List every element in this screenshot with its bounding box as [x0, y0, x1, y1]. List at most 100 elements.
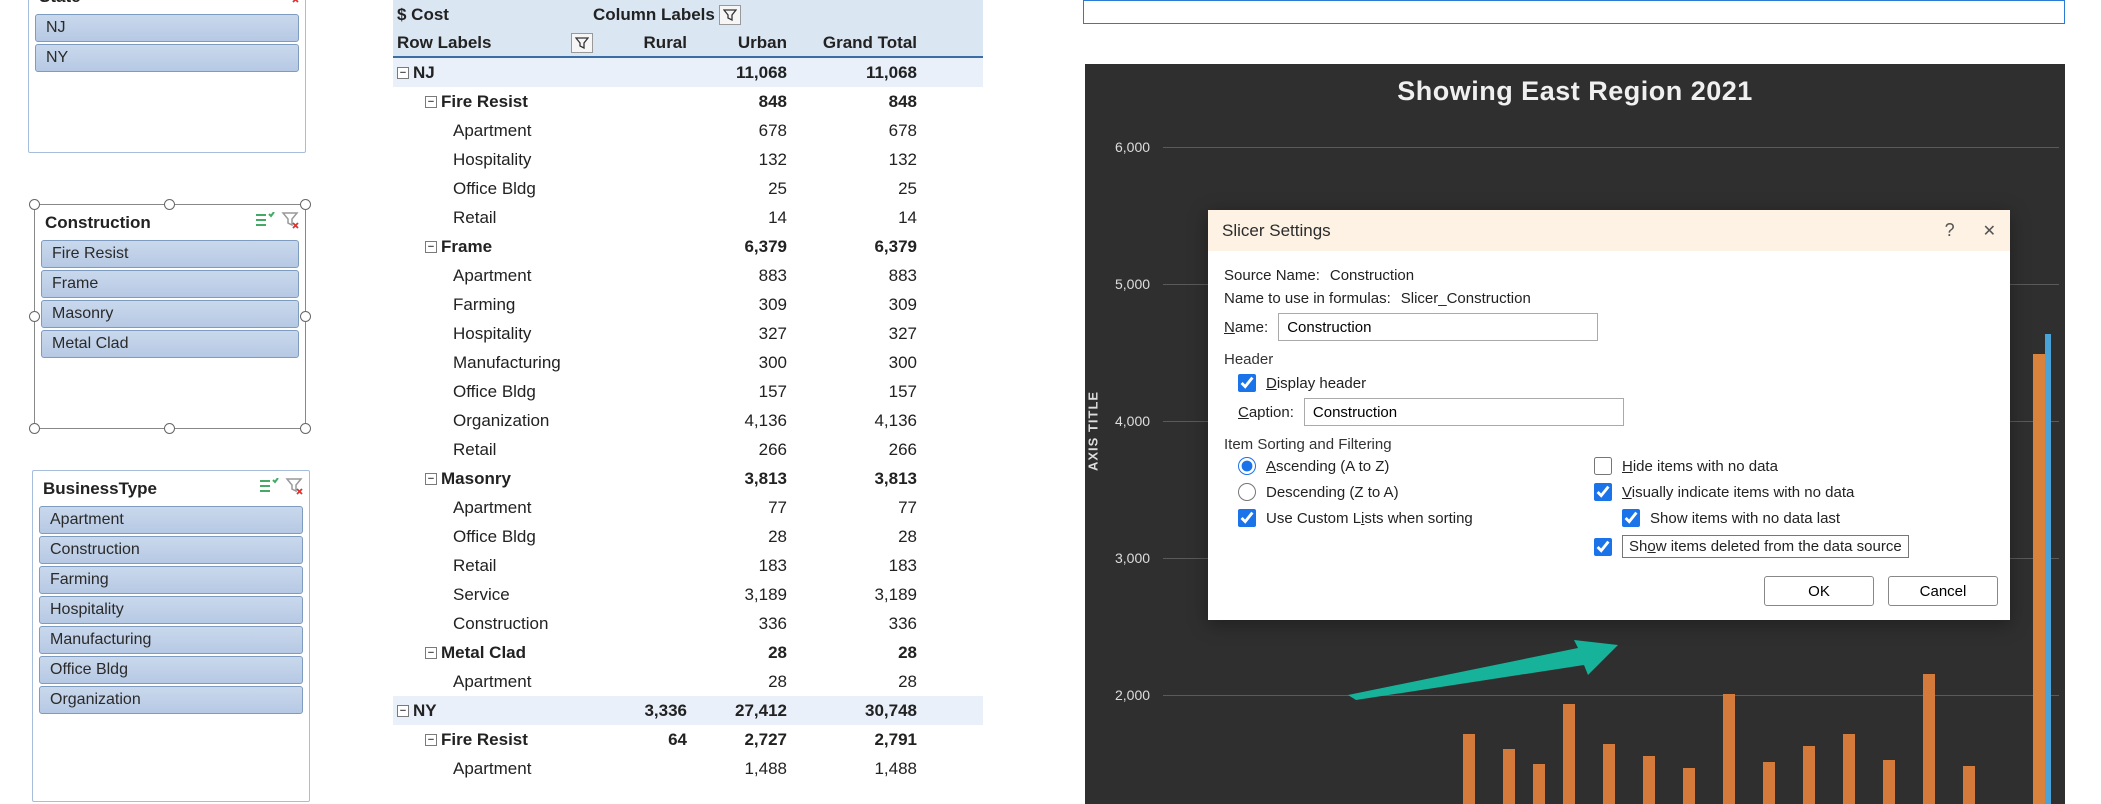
show-deleted-label: Show items deleted from the data source	[1622, 535, 1909, 558]
slicer-item[interactable]: Frame	[41, 270, 299, 298]
resize-handle[interactable]	[29, 199, 40, 210]
pivot-row[interactable]: Office Bldg2525	[393, 174, 983, 203]
slicer-state[interactable]: State NJ NY	[28, 0, 306, 153]
slicer-item[interactable]: Hospitality	[39, 596, 303, 624]
resize-handle[interactable]	[29, 423, 40, 434]
pivot-row[interactable]: Organization4,1364,136	[393, 406, 983, 435]
pivot-row[interactable]: Apartment1,4881,488	[393, 754, 983, 783]
pivot-row[interactable]: −Fire Resist848848	[393, 87, 983, 116]
visually-indicate-checkbox[interactable]	[1594, 483, 1612, 501]
caption-input[interactable]	[1304, 398, 1624, 426]
name-input[interactable]	[1278, 313, 1598, 341]
clear-filter-icon[interactable]	[285, 477, 303, 500]
slicer-item[interactable]: Apartment	[39, 506, 303, 534]
pivot-row[interactable]: Apartment883883	[393, 261, 983, 290]
resize-handle[interactable]	[29, 311, 40, 322]
pivot-cell: 3,813	[793, 469, 923, 489]
chart-bar	[1963, 766, 1975, 804]
pivot-row[interactable]: Hospitality327327	[393, 319, 983, 348]
pivot-row[interactable]: −Metal Clad2828	[393, 638, 983, 667]
cancel-button[interactable]: Cancel	[1888, 576, 1998, 606]
slicer-item[interactable]: Farming	[39, 566, 303, 594]
pivot-row-label: −NY	[393, 701, 593, 721]
display-header-checkbox[interactable]	[1238, 374, 1256, 392]
slicer-construction[interactable]: Construction Fire Resist Frame Masonry M…	[34, 204, 306, 429]
multiselect-icon[interactable]	[255, 212, 275, 233]
collapse-icon[interactable]: −	[425, 473, 437, 485]
resize-handle[interactable]	[164, 423, 175, 434]
slicer-item[interactable]: Construction	[39, 536, 303, 564]
chart-title: Showing East Region 2021	[1085, 76, 2065, 107]
slicer-item[interactable]: Masonry	[41, 300, 299, 328]
pivot-row[interactable]: Apartment678678	[393, 116, 983, 145]
pivot-row[interactable]: Farming309309	[393, 290, 983, 319]
pivot-row[interactable]: Manufacturing300300	[393, 348, 983, 377]
display-header-label: Display header	[1266, 375, 1366, 392]
resize-handle[interactable]	[300, 199, 311, 210]
resize-handle[interactable]	[300, 311, 311, 322]
chart-bar	[2045, 334, 2051, 804]
hide-no-data-label: Hide items with no data	[1622, 458, 1778, 475]
pivot-col-header[interactable]: Rural	[593, 33, 693, 53]
clear-filter-icon[interactable]	[281, 0, 299, 8]
pivot-cell: 4,136	[793, 411, 923, 431]
pivot-row-label: −Fire Resist	[393, 92, 593, 112]
pivot-row[interactable]: Retail183183	[393, 551, 983, 580]
pivot-row[interactable]: −Frame6,3796,379	[393, 232, 983, 261]
pivot-cell: 2,791	[793, 730, 923, 750]
pivot-row[interactable]: −Fire Resist642,7272,791	[393, 725, 983, 754]
pivot-col-header[interactable]: Urban	[693, 33, 793, 53]
pivot-row[interactable]: −NJ11,06811,068	[393, 58, 983, 87]
slicer-item[interactable]: NY	[35, 44, 299, 72]
pivot-cell: 3,189	[693, 585, 793, 605]
resize-handle[interactable]	[164, 199, 175, 210]
clear-filter-icon[interactable]	[281, 211, 299, 234]
pivot-table[interactable]: $ Cost Column Labels Row Labels Rural Ur…	[393, 0, 983, 783]
collapse-icon[interactable]: −	[425, 647, 437, 659]
pivot-row[interactable]: Service3,1893,189	[393, 580, 983, 609]
resize-handle[interactable]	[300, 423, 311, 434]
multiselect-icon[interactable]	[255, 0, 275, 7]
collapse-icon[interactable]: −	[425, 96, 437, 108]
collapse-icon[interactable]: −	[397, 67, 409, 79]
close-icon[interactable]: ✕	[1983, 221, 1996, 241]
pivot-row[interactable]: −Masonry3,8133,813	[393, 464, 983, 493]
pivot-row[interactable]: Office Bldg2828	[393, 522, 983, 551]
pivot-row[interactable]: Retail1414	[393, 203, 983, 232]
slicer-item[interactable]: Office Bldg	[39, 656, 303, 684]
pivot-row-label: Apartment	[393, 498, 593, 518]
slicer-item[interactable]: Fire Resist	[41, 240, 299, 268]
pivot-row[interactable]: Retail266266	[393, 435, 983, 464]
pivot-row[interactable]: Office Bldg157157	[393, 377, 983, 406]
slicer-item[interactable]: Organization	[39, 686, 303, 714]
pivot-col-header[interactable]: Grand Total	[793, 33, 923, 53]
filter-dropdown-icon[interactable]	[571, 33, 593, 53]
pivot-row[interactable]: Apartment2828	[393, 667, 983, 696]
sort-asc-radio[interactable]	[1238, 457, 1256, 475]
collapse-icon[interactable]: −	[397, 705, 409, 717]
filter-dropdown-icon[interactable]	[719, 5, 741, 25]
show-deleted-checkbox[interactable]	[1594, 538, 1612, 556]
pivot-row[interactable]: Hospitality132132	[393, 145, 983, 174]
multiselect-icon[interactable]	[259, 478, 279, 499]
hide-no-data-checkbox[interactable]	[1594, 457, 1612, 475]
pivot-measure: $ Cost	[393, 5, 593, 25]
show-last-checkbox[interactable]	[1622, 509, 1640, 527]
pivot-row[interactable]: −NY3,33627,41230,748	[393, 696, 983, 725]
pivot-cell: 300	[693, 353, 793, 373]
pivot-cell: 883	[793, 266, 923, 286]
use-custom-lists-checkbox[interactable]	[1238, 509, 1256, 527]
selected-cell-range[interactable]	[1083, 0, 2065, 24]
slicer-businesstype[interactable]: BusinessType Apartment Construction Farm…	[32, 470, 310, 802]
collapse-icon[interactable]: −	[425, 241, 437, 253]
collapse-icon[interactable]: −	[425, 734, 437, 746]
dialog-titlebar[interactable]: Slicer Settings ? ✕	[1208, 210, 2010, 251]
pivot-row[interactable]: Construction336336	[393, 609, 983, 638]
help-icon[interactable]: ?	[1945, 220, 1955, 241]
ok-button[interactable]: OK	[1764, 576, 1874, 606]
slicer-item[interactable]: Metal Clad	[41, 330, 299, 358]
slicer-item[interactable]: NJ	[35, 14, 299, 42]
slicer-item[interactable]: Manufacturing	[39, 626, 303, 654]
sort-desc-radio[interactable]	[1238, 483, 1256, 501]
pivot-row[interactable]: Apartment7777	[393, 493, 983, 522]
